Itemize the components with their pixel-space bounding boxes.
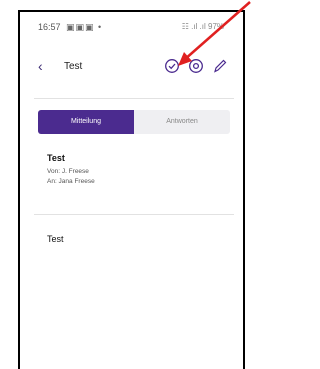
message-subject: Test xyxy=(47,153,65,163)
tab-bar: Mitteilung Antworten xyxy=(38,110,230,134)
message-body: Test xyxy=(47,234,64,244)
tab-antworten[interactable]: Antworten xyxy=(134,110,230,134)
tab-mitteilung[interactable]: Mitteilung xyxy=(38,110,134,134)
annotation-arrow xyxy=(178,1,251,66)
message-to: An: Jana Freese xyxy=(47,178,95,185)
content-divider xyxy=(34,214,234,215)
header-divider xyxy=(34,98,234,99)
message-from: Von: J. Freese xyxy=(47,168,89,175)
